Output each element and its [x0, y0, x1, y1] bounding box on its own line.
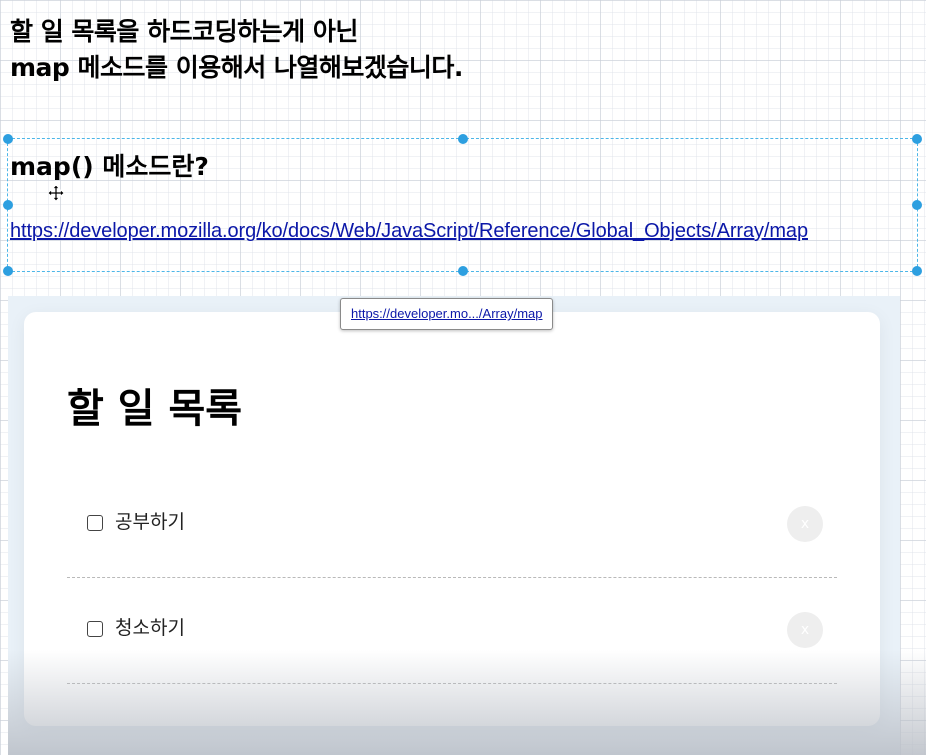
todo-checkbox[interactable] — [87, 515, 103, 531]
move-cursor-icon — [47, 184, 65, 202]
slide-heading-line-1: 할 일 목록을 하드코딩하는게 아닌 — [10, 17, 358, 46]
selection-handle-bottom-middle[interactable] — [457, 266, 468, 276]
mdn-map-link[interactable]: https://developer.mozilla.org/ko/docs/We… — [10, 220, 808, 243]
selection-handle-top-right[interactable] — [912, 134, 922, 144]
todo-card: 할 일 목록 공부하기 x 청소하기 x — [24, 312, 880, 726]
todo-item: 청소하기 x — [67, 577, 837, 684]
selection-handle-bottom-right[interactable] — [912, 266, 922, 276]
selection-handle-bottom-left[interactable] — [3, 266, 13, 276]
slide-heading-line-2: map 메소드를 이용해서 나열해보겠습니다. — [10, 53, 463, 82]
selection-handle-middle-right[interactable] — [912, 200, 922, 210]
selection-handle-middle-left[interactable] — [3, 200, 13, 210]
todo-item-label: 공부하기 — [115, 511, 185, 533]
delete-button[interactable]: x — [787, 506, 823, 542]
slide-heading: 할 일 목록을 하드코딩하는게 아닌 map 메소드를 이용해서 나열해보겠습니… — [10, 14, 463, 86]
todo-item-label: 청소하기 — [115, 617, 185, 639]
link-tooltip: https://developer.mo.../Array/map — [340, 298, 554, 330]
map-method-heading: map() 메소드란? — [10, 152, 209, 181]
selection-handle-top-left[interactable] — [3, 134, 13, 144]
todo-item: 공부하기 x — [67, 471, 837, 578]
todo-checkbox[interactable] — [87, 621, 103, 637]
todo-title: 할 일 목록 — [67, 386, 243, 432]
delete-button[interactable]: x — [787, 612, 823, 648]
selection-handle-top-middle[interactable] — [457, 134, 468, 144]
